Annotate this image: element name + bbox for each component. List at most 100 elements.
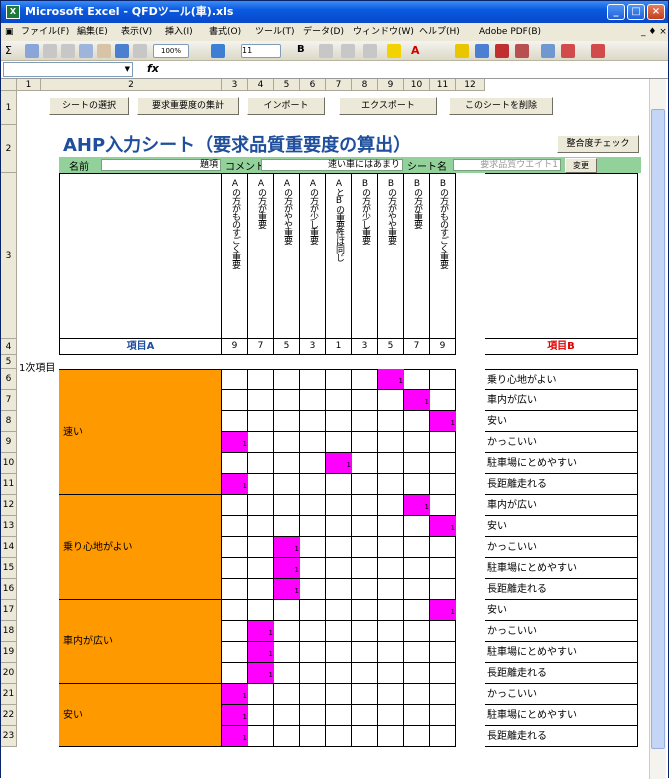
selected-weight-cell[interactable]: 1 bbox=[222, 684, 248, 704]
comparison-cell[interactable] bbox=[430, 705, 456, 726]
zoom-box[interactable]: 100% bbox=[153, 44, 189, 58]
close-button[interactable]: × bbox=[647, 4, 665, 20]
comparison-cell[interactable] bbox=[404, 432, 430, 453]
comparison-cell[interactable] bbox=[430, 432, 456, 453]
comparison-cell[interactable] bbox=[300, 663, 326, 684]
comparison-cell[interactable] bbox=[274, 642, 300, 663]
comparison-cell[interactable] bbox=[222, 453, 248, 474]
comparison-cell[interactable] bbox=[352, 663, 378, 684]
menu-window[interactable]: ウィンドウ(W) bbox=[353, 23, 414, 41]
comparison-cell[interactable] bbox=[222, 411, 248, 432]
comparison-cell[interactable] bbox=[404, 453, 430, 474]
change-button[interactable]: 変更 bbox=[565, 158, 597, 173]
comparison-cell[interactable] bbox=[248, 369, 274, 390]
comparison-cell[interactable] bbox=[274, 390, 300, 411]
comparison-cell[interactable] bbox=[430, 390, 456, 411]
consistency-check-button[interactable]: 整合度チェック bbox=[557, 135, 639, 153]
comparison-cell[interactable] bbox=[404, 537, 430, 558]
comparison-cell[interactable] bbox=[352, 600, 378, 621]
comparison-cell[interactable] bbox=[326, 474, 352, 495]
comparison-cell[interactable] bbox=[352, 558, 378, 579]
comparison-cell[interactable] bbox=[352, 684, 378, 705]
comparison-cell[interactable] bbox=[352, 432, 378, 453]
comparison-cell[interactable] bbox=[222, 369, 248, 390]
selected-weight-cell[interactable]: 1 bbox=[248, 663, 274, 683]
comparison-cell[interactable] bbox=[326, 537, 352, 558]
vertical-scrollbar[interactable] bbox=[649, 79, 666, 779]
font-size-box[interactable]: 11 bbox=[241, 44, 281, 58]
comparison-cell[interactable] bbox=[300, 579, 326, 600]
comparison-cell[interactable] bbox=[378, 432, 404, 453]
selected-weight-cell[interactable]: 1 bbox=[248, 642, 274, 662]
comparison-cell[interactable] bbox=[274, 705, 300, 726]
sheet-button[interactable]: シートの選択 bbox=[49, 97, 129, 115]
comparison-cell[interactable] bbox=[300, 411, 326, 432]
comparison-cell[interactable] bbox=[404, 516, 430, 537]
comparison-cell[interactable] bbox=[430, 579, 456, 600]
comparison-cell[interactable] bbox=[430, 453, 456, 474]
chart-icon[interactable] bbox=[79, 44, 93, 58]
comparison-cell[interactable] bbox=[430, 726, 456, 747]
comparison-cell[interactable] bbox=[378, 474, 404, 495]
comparison-cell[interactable] bbox=[248, 558, 274, 579]
menu-format[interactable]: 書式(O) bbox=[209, 23, 241, 41]
row-header[interactable]: 6 bbox=[1, 369, 17, 390]
function-icon[interactable] bbox=[25, 44, 39, 58]
column-header[interactable]: 5 bbox=[274, 79, 300, 91]
comparison-cell[interactable] bbox=[352, 621, 378, 642]
comparison-cell[interactable] bbox=[352, 390, 378, 411]
comparison-cell[interactable] bbox=[430, 369, 456, 390]
selected-weight-cell[interactable]: 1 bbox=[274, 579, 300, 599]
row-header[interactable]: 4 bbox=[1, 339, 17, 355]
comparison-cell[interactable] bbox=[248, 600, 274, 621]
comparison-cell[interactable] bbox=[430, 684, 456, 705]
sheet-button[interactable]: このシートを削除 bbox=[449, 97, 553, 115]
comparison-cell[interactable] bbox=[300, 705, 326, 726]
drawing-icon[interactable] bbox=[97, 44, 111, 58]
research-icon[interactable] bbox=[475, 44, 489, 58]
comparison-cell[interactable] bbox=[378, 537, 404, 558]
row-header[interactable]: 22 bbox=[1, 705, 17, 726]
comparison-cell[interactable] bbox=[300, 642, 326, 663]
comparison-cell[interactable] bbox=[352, 453, 378, 474]
column-header[interactable]: 2 bbox=[41, 79, 222, 91]
comparison-cell[interactable] bbox=[300, 726, 326, 747]
image-icon[interactable] bbox=[541, 44, 555, 58]
comparison-cell[interactable] bbox=[248, 726, 274, 747]
column-header[interactable]: 1 bbox=[17, 79, 41, 91]
row-header[interactable]: 17 bbox=[1, 600, 17, 621]
comparison-cell[interactable] bbox=[222, 516, 248, 537]
zoom-icon[interactable] bbox=[115, 44, 129, 58]
comparison-cell[interactable] bbox=[300, 537, 326, 558]
comparison-cell[interactable] bbox=[248, 411, 274, 432]
comparison-cell[interactable] bbox=[300, 453, 326, 474]
comparison-cell[interactable] bbox=[326, 684, 352, 705]
sheet-button[interactable]: エクスポート bbox=[339, 97, 437, 115]
comparison-cell[interactable] bbox=[430, 537, 456, 558]
fill-color-icon[interactable] bbox=[387, 44, 401, 58]
column-header[interactable]: 3 bbox=[222, 79, 248, 91]
comparison-cell[interactable] bbox=[404, 705, 430, 726]
comparison-cell[interactable] bbox=[274, 516, 300, 537]
comparison-cell[interactable] bbox=[378, 705, 404, 726]
comparison-cell[interactable] bbox=[326, 579, 352, 600]
comment-field[interactable]: 速い車にはあまり bbox=[261, 159, 403, 171]
selected-weight-cell[interactable]: 1 bbox=[248, 621, 274, 641]
comparison-cell[interactable] bbox=[248, 684, 274, 705]
row-header[interactable]: 2 bbox=[1, 125, 17, 173]
item-a-group[interactable]: 乗り心地がよい bbox=[59, 495, 222, 600]
row-header[interactable]: 1 bbox=[1, 91, 17, 125]
comparison-cell[interactable] bbox=[326, 411, 352, 432]
comparison-cell[interactable] bbox=[274, 474, 300, 495]
sheet-name-field[interactable]: 要求品質ウエイト1 bbox=[453, 159, 561, 171]
merge-icon[interactable] bbox=[341, 44, 355, 58]
item-a-group[interactable]: 車内が広い bbox=[59, 600, 222, 684]
comparison-cell[interactable] bbox=[274, 621, 300, 642]
row-header[interactable]: 3 bbox=[1, 173, 17, 339]
comparison-cell[interactable] bbox=[404, 726, 430, 747]
comparison-cell[interactable] bbox=[222, 642, 248, 663]
selected-weight-cell[interactable]: 1 bbox=[222, 432, 248, 452]
comparison-cell[interactable] bbox=[248, 705, 274, 726]
pdf-icon[interactable] bbox=[495, 44, 509, 58]
comparison-cell[interactable] bbox=[326, 600, 352, 621]
